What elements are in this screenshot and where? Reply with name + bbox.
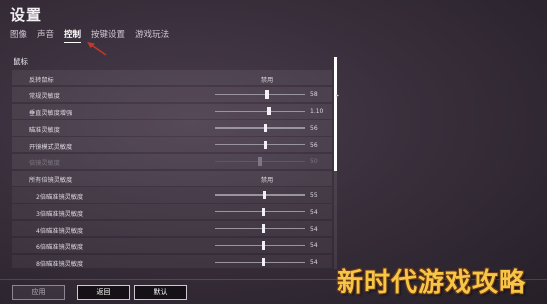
watermark-logo: 新时代游戏攻略 xyxy=(337,268,527,298)
slider-track[interactable] xyxy=(215,241,305,250)
setting-label: 倍镜灵敏度 xyxy=(29,160,60,168)
slider-value: 54 xyxy=(310,208,318,216)
slider-track[interactable] xyxy=(215,123,305,133)
slider-value: 55 xyxy=(310,191,318,199)
slider-value: 58 xyxy=(310,91,318,99)
slider-track[interactable] xyxy=(215,106,305,116)
slider-value: 54 xyxy=(310,259,318,267)
slider-value: 56 xyxy=(310,124,318,132)
slider-value: 54 xyxy=(310,242,318,250)
mouse-settings-panel: 反转鼠标 禁用 常规灵敏度 58 垂直灵敏度增强 1.10 瞄准灵敏度 56 开镜模式灵敏度 56… xyxy=(12,70,332,268)
slider-handle[interactable] xyxy=(262,190,267,200)
settings-title: 设置 xyxy=(10,6,43,24)
slider-value: 54 xyxy=(310,225,318,233)
slider-handle[interactable] xyxy=(261,207,266,217)
back-button[interactable]: 返回 xyxy=(77,285,130,300)
slider-track[interactable] xyxy=(215,90,305,99)
setting-label: 8倍瞄准镜灵敏度 xyxy=(36,261,84,268)
slider-handle[interactable] xyxy=(265,90,269,99)
slider-handle[interactable] xyxy=(261,224,266,233)
settings-row[interactable]: 4倍瞄准镜灵敏度 54 xyxy=(12,221,332,237)
red-arrow-icon xyxy=(87,42,107,56)
settings-row[interactable]: 常规灵敏度 58 xyxy=(12,86,332,102)
slider-track[interactable] xyxy=(215,258,305,267)
cursor-icon: ▸ xyxy=(336,92,340,99)
slider-track[interactable] xyxy=(215,140,305,149)
slider-value: 1.10 xyxy=(310,108,324,116)
setting-label: 4倍瞄准镜灵敏度 xyxy=(36,227,84,235)
setting-label: 所有倍镜灵敏度 xyxy=(29,177,73,185)
settings-row[interactable]: 瞄准灵敏度 56 xyxy=(12,120,332,136)
setting-label: 常规灵敏度 xyxy=(29,93,60,101)
slider-handle[interactable] xyxy=(263,140,268,149)
setting-label: 2倍瞄准镜灵敏度 xyxy=(36,193,84,201)
slider-handle xyxy=(258,157,262,166)
setting-label: 6倍瞄准镜灵敏度 xyxy=(36,244,84,252)
settings-row[interactable]: 2倍瞄准镜灵敏度 55 xyxy=(12,187,332,203)
setting-label: 3倍瞄准镜灵敏度 xyxy=(36,210,84,218)
apply-button[interactable]: 应用 xyxy=(12,285,65,300)
tab-controls[interactable]: 控制 xyxy=(64,28,82,43)
mouse-section-title: 鼠标 xyxy=(13,57,28,66)
default-button[interactable]: 默认 xyxy=(134,285,187,300)
tab-sound[interactable]: 声音 xyxy=(37,28,54,43)
slider-handle[interactable] xyxy=(267,106,271,116)
slider-value: 56 xyxy=(310,141,318,149)
slider-handle[interactable] xyxy=(261,241,266,250)
setting-label: 垂直灵敏度增强 xyxy=(29,110,73,118)
slider-handle[interactable] xyxy=(263,123,268,133)
settings-row[interactable]: 8倍瞄准镜灵敏度 54 xyxy=(12,254,332,268)
setting-label: 开镜模式灵敏度 xyxy=(29,143,73,151)
setting-label: 瞄准灵敏度 xyxy=(29,126,60,134)
toggle-value[interactable]: 禁用 xyxy=(252,75,282,84)
scrollbar-thumb[interactable] xyxy=(334,57,337,171)
slider-track xyxy=(215,157,305,166)
settings-row[interactable]: 垂直灵敏度增强 1.10 xyxy=(12,103,332,119)
settings-row[interactable]: 3倍瞄准镜灵敏度 54 xyxy=(12,204,332,220)
tab-graphics[interactable]: 图像 xyxy=(10,28,27,43)
settings-row[interactable]: 开镜模式灵敏度 56 xyxy=(12,137,332,153)
slider-value: 50 xyxy=(310,158,318,166)
toggle-value[interactable]: 禁用 xyxy=(252,175,282,184)
slider-handle[interactable] xyxy=(261,258,266,267)
slider-track[interactable] xyxy=(215,224,305,233)
setting-label: 反转鼠标 xyxy=(29,76,54,84)
slider-track[interactable] xyxy=(215,190,305,200)
settings-row[interactable]: 反转鼠标 禁用 xyxy=(12,70,332,86)
slider-track[interactable] xyxy=(215,207,305,217)
tab-gameplay[interactable]: 游戏玩法 xyxy=(135,28,169,43)
settings-row: 倍镜灵敏度 50 xyxy=(12,153,332,170)
settings-row[interactable]: 6倍瞄准镜灵敏度 54 xyxy=(12,237,332,253)
settings-row[interactable]: 所有倍镜灵敏度 禁用 xyxy=(12,170,332,186)
